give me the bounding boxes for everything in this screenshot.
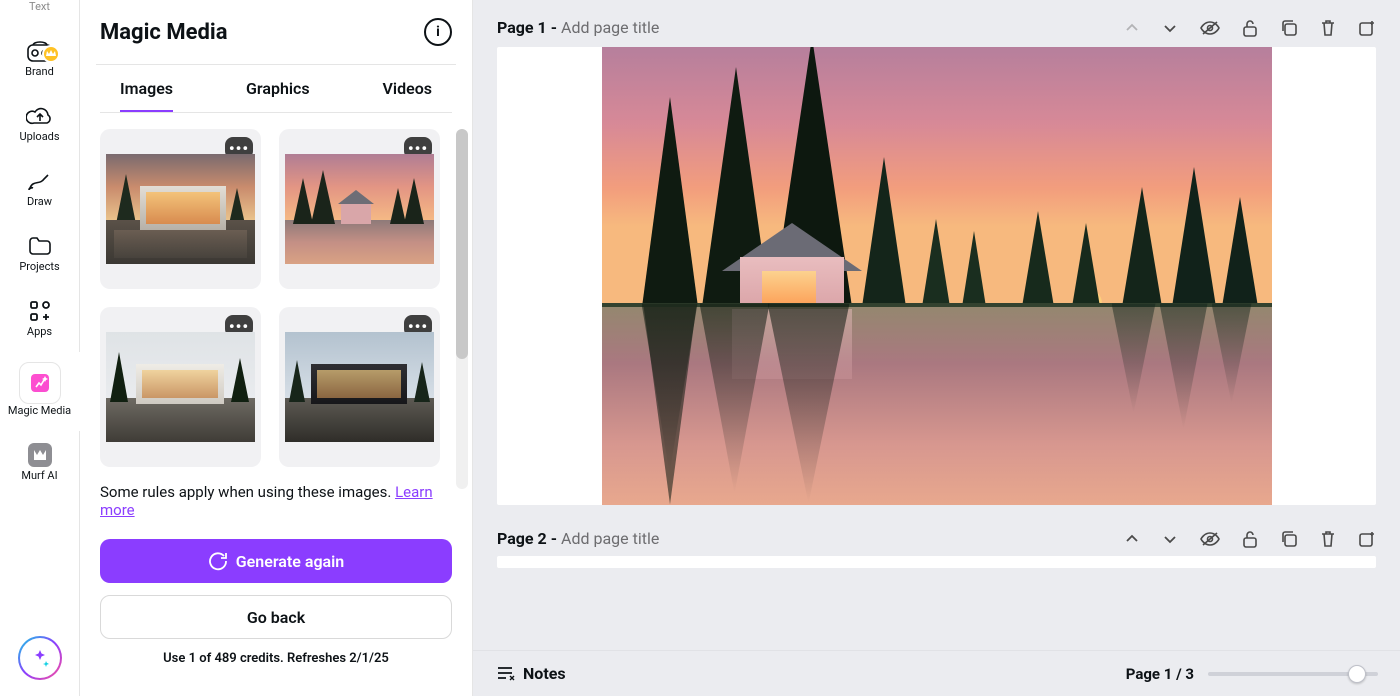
add-page-button[interactable] bbox=[1358, 530, 1376, 548]
collapse-up-button[interactable] bbox=[1124, 530, 1140, 548]
duplicate-button[interactable] bbox=[1280, 19, 1298, 37]
apps-icon bbox=[26, 297, 54, 325]
zoom-slider[interactable] bbox=[1208, 672, 1378, 676]
divider bbox=[100, 112, 452, 113]
rail-item-murf-ai[interactable]: Murf AI bbox=[0, 431, 80, 496]
page-title-placeholder: Add page title bbox=[561, 18, 659, 37]
result-card[interactable]: ••• bbox=[100, 307, 261, 467]
rail-item-apps[interactable]: Apps bbox=[0, 287, 80, 352]
page-title[interactable]: Page 1 - Add page title bbox=[497, 18, 659, 37]
tab-videos[interactable]: Videos bbox=[383, 79, 432, 113]
info-icon: i bbox=[436, 24, 440, 40]
placed-image[interactable] bbox=[602, 47, 1272, 505]
expand-down-button[interactable] bbox=[1162, 530, 1178, 548]
house-graphic bbox=[722, 223, 862, 313]
page-toolbar bbox=[1124, 530, 1376, 548]
rail-item-uploads[interactable]: Uploads bbox=[0, 92, 80, 157]
page-title-placeholder: Add page title bbox=[561, 529, 659, 548]
rail-label: Magic Media bbox=[8, 404, 71, 417]
separator: - bbox=[547, 18, 561, 37]
page-header: Page 2 - Add page title bbox=[473, 505, 1400, 556]
pagination-controls: Page 1 / 3 bbox=[1126, 665, 1378, 683]
rail-label: Apps bbox=[27, 325, 52, 338]
rail-label: Draw bbox=[27, 195, 52, 208]
delete-button[interactable] bbox=[1320, 19, 1336, 37]
page-title[interactable]: Page 2 - Add page title bbox=[497, 529, 659, 548]
add-page-button[interactable] bbox=[1358, 19, 1376, 37]
side-rail: Text Brand Uploads bbox=[0, 0, 80, 696]
rail-item-magic-media[interactable]: Magic Media bbox=[0, 352, 80, 431]
zoom-slider-knob[interactable] bbox=[1348, 665, 1366, 683]
delete-button[interactable] bbox=[1320, 530, 1336, 548]
result-card[interactable]: ••• bbox=[279, 129, 440, 289]
tab-graphics[interactable]: Graphics bbox=[246, 79, 310, 113]
cloud-upload-icon bbox=[26, 102, 54, 130]
thumbnail-image bbox=[285, 332, 434, 442]
lock-button[interactable] bbox=[1242, 530, 1258, 548]
usage-rules-text: Some rules apply when using these images… bbox=[100, 483, 452, 519]
scrollbar-handle[interactable] bbox=[456, 129, 468, 359]
magic-media-icon bbox=[26, 369, 54, 397]
result-card[interactable]: ••• bbox=[279, 307, 440, 467]
collapse-up-button[interactable] bbox=[1124, 19, 1140, 37]
rail-item-draw[interactable]: Draw bbox=[0, 157, 80, 222]
rail-label: Murf AI bbox=[21, 469, 57, 482]
notes-button[interactable]: Notes bbox=[495, 664, 566, 683]
rail-label: Brand bbox=[25, 65, 54, 78]
panel-title: Magic Media bbox=[100, 20, 227, 45]
rail-label: Projects bbox=[19, 260, 59, 273]
canvas-footer: Notes Page 1 / 3 bbox=[473, 650, 1400, 696]
duplicate-button[interactable] bbox=[1280, 530, 1298, 548]
crown-badge bbox=[42, 45, 60, 63]
page-header: Page 1 - Add page title bbox=[473, 0, 1400, 47]
page-canvas[interactable] bbox=[497, 556, 1376, 568]
page-toolbar bbox=[1124, 19, 1376, 37]
notes-icon bbox=[495, 665, 515, 683]
page-canvas[interactable] bbox=[497, 47, 1376, 505]
separator: - bbox=[547, 529, 561, 548]
rules-text: Some rules apply when using these images… bbox=[100, 483, 395, 501]
regenerate-icon bbox=[208, 551, 228, 571]
button-label: Go back bbox=[247, 608, 305, 627]
info-button[interactable]: i bbox=[424, 18, 452, 46]
scrollbar[interactable] bbox=[456, 129, 468, 489]
go-back-button[interactable]: Go back bbox=[100, 595, 452, 639]
result-card[interactable]: ••• bbox=[100, 129, 261, 289]
rail-item-projects[interactable]: Projects bbox=[0, 222, 80, 287]
page-number-label: Page 2 bbox=[497, 529, 547, 548]
folder-icon bbox=[26, 232, 54, 260]
thumbnail-image bbox=[106, 332, 255, 442]
generate-again-button[interactable]: Generate again bbox=[100, 539, 452, 583]
ai-assistant-button[interactable] bbox=[18, 636, 62, 680]
visibility-button[interactable] bbox=[1200, 530, 1220, 548]
media-type-tabs: Images Graphics Videos bbox=[100, 65, 452, 113]
visibility-button[interactable] bbox=[1200, 19, 1220, 37]
page-indicator: Page 1 / 3 bbox=[1126, 665, 1194, 683]
expand-down-button[interactable] bbox=[1162, 19, 1178, 37]
murf-ai-icon bbox=[26, 441, 54, 469]
rail-item-text[interactable]: Text bbox=[0, 0, 80, 27]
tab-images[interactable]: Images bbox=[120, 79, 173, 113]
rail-item-brand[interactable]: Brand bbox=[0, 27, 80, 92]
page-number-label: Page 1 bbox=[497, 18, 547, 37]
draw-icon bbox=[26, 167, 54, 195]
magic-media-panel: Magic Media i Images Graphics Videos ••• bbox=[80, 0, 473, 696]
rail-label: Uploads bbox=[19, 130, 59, 143]
canvas-area: Page 1 - Add page title bbox=[473, 0, 1400, 696]
lock-button[interactable] bbox=[1242, 19, 1258, 37]
button-label: Generate again bbox=[236, 552, 345, 571]
notes-label: Notes bbox=[523, 664, 566, 683]
thumbnail-image bbox=[106, 154, 255, 264]
results-grid: ••• ••• bbox=[100, 129, 452, 467]
thumbnail-image bbox=[285, 154, 434, 264]
rail-label: Text bbox=[29, 0, 50, 13]
credits-status: Use 1 of 489 credits. Refreshes 2/1/25 bbox=[100, 651, 452, 666]
